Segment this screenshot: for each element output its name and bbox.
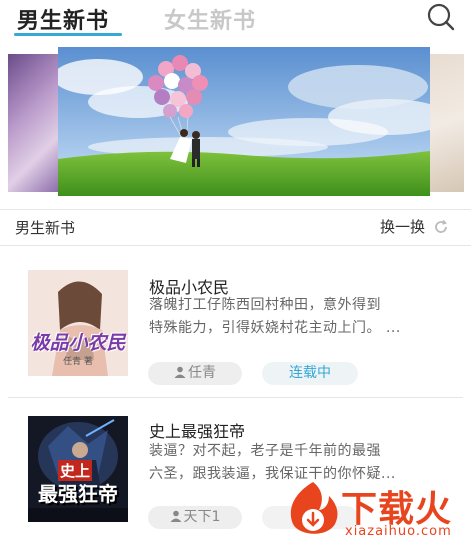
author-name: 任青 xyxy=(188,365,216,381)
section-title: 男生新书 xyxy=(15,219,76,237)
watermark-url: xiazaihuo.com xyxy=(345,524,452,539)
refresh-label: 换一换 xyxy=(380,218,426,236)
banner-carousel[interactable] xyxy=(0,44,471,196)
divider xyxy=(0,209,471,210)
tab-male-new-books[interactable]: 男生新书 xyxy=(17,3,109,35)
banner-next-slide[interactable] xyxy=(428,54,464,192)
search-button[interactable] xyxy=(425,2,457,34)
book-description: 落魄打工仔陈西回村种田，意外得到 特殊能力，引得妖娆村花主动上门。 ... xyxy=(149,294,439,340)
book-cover[interactable]: 史上 最强狂帝 xyxy=(28,416,128,522)
refresh-button[interactable]: 换一换 xyxy=(380,216,449,237)
book-item[interactable]: 极品小农民 任青 著 极品小农民 落魄打工仔陈西回村种田，意外得到 特殊能力，引… xyxy=(0,254,471,394)
book-cover-author: 任青 著 xyxy=(63,357,93,367)
search-icon xyxy=(427,3,455,31)
person-icon xyxy=(170,510,182,522)
banner-image xyxy=(58,47,430,196)
banner-current-slide[interactable] xyxy=(58,47,430,196)
book-cover[interactable]: 极品小农民 任青 著 xyxy=(28,270,128,376)
flame-logo-icon xyxy=(290,482,338,534)
book-description-line: 落魄打工仔陈西回村种田，意外得到 xyxy=(149,297,381,313)
status-badge: 连载中 xyxy=(262,362,358,385)
person-icon xyxy=(174,366,186,378)
book-title[interactable]: 史上最强狂帝 xyxy=(149,418,245,442)
tab-female-new-books[interactable]: 女生新书 xyxy=(164,3,256,35)
top-tab-bar: 男生新书 女生新书 xyxy=(0,0,471,42)
refresh-icon xyxy=(435,219,447,233)
active-tab-indicator xyxy=(14,33,122,36)
author-tag[interactable]: 天下1 xyxy=(148,506,242,529)
book-cover-title: 最强狂帝 xyxy=(38,482,118,506)
author-tag[interactable]: 任青 xyxy=(148,362,242,385)
book-description-line: 装逼？对不起，老子是千年前的最强 xyxy=(149,443,381,459)
divider xyxy=(0,245,471,246)
divider xyxy=(8,397,463,398)
banner-prev-slide[interactable] xyxy=(8,54,60,192)
watermark: 下载火 xiazaihuo.com xyxy=(283,480,471,539)
author-name: 天下1 xyxy=(183,509,221,525)
book-cover-title: 极品小农民 xyxy=(30,332,126,354)
book-description-line: 特殊能力，引得妖娆村花主动上门。 ... xyxy=(149,320,401,336)
